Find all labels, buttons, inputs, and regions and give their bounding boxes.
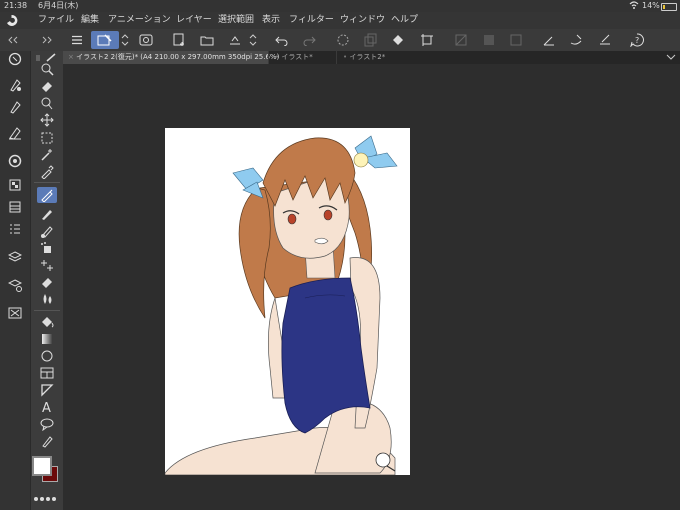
main-color-swatch[interactable]: [32, 456, 52, 476]
tab-illustration-restored[interactable]: × イラスト2 2(復元)* (A4 210.00 x 297.00mm 350…: [62, 51, 279, 64]
layers-icon[interactable]: [7, 249, 23, 265]
selection-border-icon[interactable]: [507, 31, 525, 49]
menu-bar: ファイル 編集 アニメーション レイヤー 選択範囲 表示 フィルター ウィンドウ…: [0, 12, 680, 29]
menu-selection[interactable]: 選択範囲: [218, 12, 254, 29]
pen-stroke-icon[interactable]: [567, 31, 585, 49]
layer-property-icon[interactable]: [7, 277, 23, 293]
figure-tool-icon[interactable]: [39, 349, 55, 363]
fill-icon[interactable]: [389, 31, 407, 49]
document-tab-bar: × イラスト2 2(復元)* (A4 210.00 x 297.00mm 350…: [62, 51, 680, 64]
menu-window[interactable]: ウィンドウ: [340, 12, 385, 29]
magic-wand-tool-icon[interactable]: [39, 148, 55, 162]
stepper-icon[interactable]: [248, 31, 258, 49]
tool-property-icon[interactable]: [7, 99, 23, 115]
balloon-tool-icon[interactable]: [39, 417, 55, 431]
fill-tool-icon[interactable]: [39, 315, 55, 329]
divider: [34, 310, 60, 311]
collapse-right-icon[interactable]: [40, 31, 54, 49]
battery-icon: [661, 3, 677, 11]
pen-line-icon[interactable]: [596, 31, 614, 49]
material-icon[interactable]: [7, 305, 23, 321]
gradient-tool-icon[interactable]: [39, 332, 55, 346]
color-wheel-icon[interactable]: [7, 153, 23, 169]
tool-palette: A: [30, 51, 63, 510]
menu-view[interactable]: 表示: [262, 12, 280, 29]
undo-icon[interactable]: [273, 31, 291, 49]
blend-tool-icon[interactable]: [39, 292, 55, 306]
new-canvas-icon[interactable]: [170, 31, 188, 49]
brush-tool-icon[interactable]: [39, 224, 55, 238]
layer-list-icon[interactable]: [7, 221, 23, 237]
palette-header: [33, 48, 61, 62]
brush-size-icon[interactable]: [7, 125, 23, 141]
menu-help[interactable]: ヘルプ: [391, 12, 418, 29]
open-folder-icon[interactable]: [198, 31, 216, 49]
decoration-tool-icon[interactable]: [39, 258, 55, 272]
modify-layer-button[interactable]: [91, 31, 119, 49]
zoom-tool-icon[interactable]: [39, 62, 55, 76]
pen-tool-icon[interactable]: [37, 187, 57, 203]
left-command-bar: [0, 51, 30, 510]
clear-selection-icon[interactable]: [452, 31, 470, 49]
pencil-tool-icon[interactable]: [39, 207, 55, 221]
redo-icon[interactable]: [300, 31, 318, 49]
svg-text:?: ?: [635, 36, 639, 45]
menu-animation[interactable]: アニメーション: [108, 12, 171, 29]
airbrush-tool-icon[interactable]: [39, 241, 55, 255]
eyedropper-tool-icon[interactable]: [39, 165, 55, 179]
tab-illustration-2[interactable]: • イラスト2*: [336, 51, 402, 64]
ruler-tool-icon[interactable]: [39, 383, 55, 397]
hamburger-menu-icon[interactable]: [68, 31, 86, 49]
menu-filter[interactable]: フィルター: [289, 12, 334, 29]
correct-line-tool-icon[interactable]: [39, 434, 55, 448]
status-date: 6月4日(木): [38, 1, 79, 10]
transparent-color-icon[interactable]: [33, 487, 61, 501]
tab-label: イラスト2*: [349, 53, 386, 61]
save-icon[interactable]: [226, 31, 244, 49]
object-tool-icon[interactable]: [39, 96, 55, 110]
color-slider-icon[interactable]: [7, 177, 23, 193]
menu-file[interactable]: ファイル: [38, 12, 74, 29]
divider: [34, 182, 60, 183]
spinner-icon[interactable]: [334, 31, 352, 49]
navigator-icon[interactable]: [7, 51, 23, 67]
stepper-icon[interactable]: [120, 31, 130, 49]
ruler-icon[interactable]: [540, 31, 558, 49]
frame-border-tool-icon[interactable]: [39, 366, 55, 380]
layer-settings-icon[interactable]: [137, 31, 155, 49]
status-bar: 21:38 6月4日(木) 14%: [0, 0, 680, 12]
selection-tool-icon[interactable]: [39, 131, 55, 145]
command-bar: ?: [0, 29, 680, 52]
tab-label: イラスト*: [281, 53, 313, 61]
eraser-tool-icon[interactable]: [39, 275, 55, 289]
battery-percent: 14%: [642, 1, 660, 10]
illustration: [165, 135, 398, 475]
color-swatches: [32, 456, 58, 482]
svg-text:A: A: [42, 401, 51, 414]
text-tool-icon[interactable]: A: [39, 400, 55, 414]
sub-tool-icon[interactable]: [7, 77, 23, 93]
copy-icon[interactable]: [362, 31, 380, 49]
move-tool-icon[interactable]: [39, 113, 55, 127]
transform-icon[interactable]: [418, 31, 436, 49]
menu-layer[interactable]: レイヤー: [176, 12, 212, 29]
invert-selection-icon[interactable]: [480, 31, 498, 49]
tab-label: イラスト2 2(復元)* (A4 210.00 x 297.00mm 350dp…: [76, 53, 280, 61]
eraser-tool-icon[interactable]: [39, 79, 55, 93]
collapse-left-icon[interactable]: [6, 31, 20, 49]
menu-edit[interactable]: 編集: [81, 12, 99, 29]
tab-illustration[interactable]: • イラスト*: [268, 51, 336, 64]
help-bubble-icon[interactable]: ?: [628, 31, 646, 49]
color-set-icon[interactable]: [7, 199, 23, 215]
status-time: 21:38: [4, 1, 28, 10]
canvas-paper[interactable]: [165, 128, 410, 475]
